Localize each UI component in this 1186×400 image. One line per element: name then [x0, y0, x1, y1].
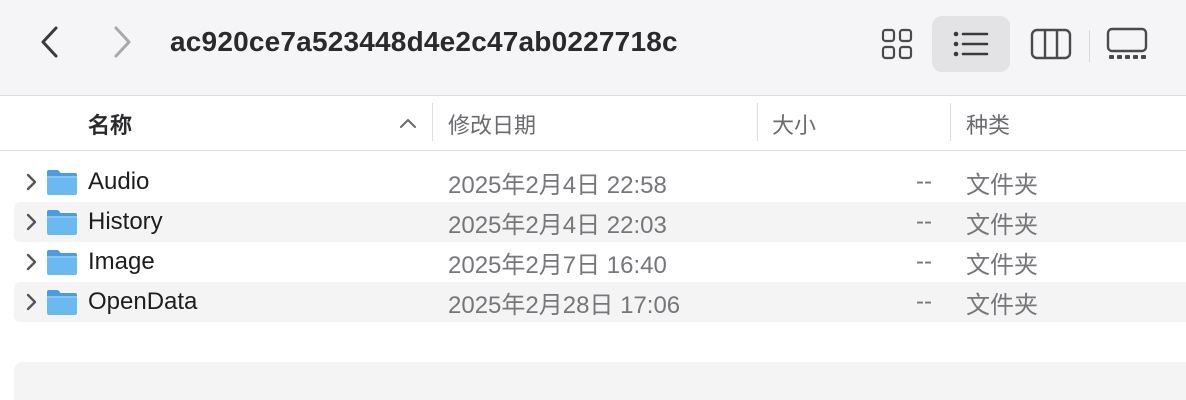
- table-row[interactable]: Audio 2025年2月4日 22:58 -- 文件夹: [0, 162, 1186, 202]
- file-kind: 文件夹: [966, 211, 1038, 239]
- file-list: Audio 2025年2月4日 22:58 -- 文件夹 History 202…: [0, 162, 1186, 322]
- file-date: 2025年2月28日 17:06: [448, 291, 681, 319]
- column-header-row: 名称 修改日期 大小 种类: [0, 97, 1186, 151]
- file-size: --: [916, 248, 932, 275]
- columns-icon: [1030, 28, 1072, 60]
- icon-view-button[interactable]: [868, 16, 926, 72]
- disclosure-chevron-icon[interactable]: [20, 171, 42, 193]
- list-icon: [953, 31, 989, 57]
- folder-icon: [47, 170, 77, 195]
- chevron-left-icon: [41, 26, 58, 58]
- file-kind: 文件夹: [966, 171, 1038, 199]
- file-size: --: [916, 208, 932, 235]
- disclosure-chevron-icon[interactable]: [20, 211, 42, 233]
- column-divider[interactable]: [432, 103, 433, 141]
- window-title: ac920ce7a523448d4e2c47ab0227718c: [170, 26, 678, 57]
- column-header-size[interactable]: 大小: [772, 97, 816, 151]
- file-kind: 文件夹: [966, 291, 1038, 319]
- empty-row-stripe: [14, 362, 1186, 400]
- grid-icon: [881, 28, 913, 60]
- file-name: OpenData: [88, 288, 198, 315]
- file-date: 2025年2月4日 22:03: [448, 211, 667, 239]
- file-size: --: [916, 168, 932, 195]
- column-divider[interactable]: [950, 103, 951, 141]
- file-date: 2025年2月4日 22:58: [448, 171, 667, 199]
- file-name: Audio: [88, 168, 150, 195]
- disclosure-chevron-icon[interactable]: [20, 251, 42, 273]
- gallery-icon: [1106, 27, 1148, 59]
- column-header-name[interactable]: 名称: [88, 97, 132, 151]
- file-name: Image: [88, 248, 155, 275]
- table-row[interactable]: Image 2025年2月7日 16:40 -- 文件夹: [0, 242, 1186, 282]
- column-divider[interactable]: [757, 103, 758, 141]
- sort-ascending-icon[interactable]: [396, 111, 420, 135]
- folder-icon: [47, 210, 77, 235]
- file-date: 2025年2月7日 16:40: [448, 251, 667, 279]
- list-view-button[interactable]: [932, 16, 1010, 72]
- column-header-kind[interactable]: 种类: [966, 97, 1010, 151]
- toolbar-separator: [1089, 30, 1090, 62]
- chevron-right-icon: [114, 26, 131, 58]
- forward-button[interactable]: [102, 22, 142, 62]
- toolbar: ac920ce7a523448d4e2c47ab0227718c: [0, 0, 1186, 96]
- table-row[interactable]: OpenData 2025年2月28日 17:06 -- 文件夹: [0, 282, 1186, 322]
- file-size: --: [916, 288, 932, 315]
- disclosure-chevron-icon[interactable]: [20, 291, 42, 313]
- folder-icon: [47, 250, 77, 275]
- gallery-view-button[interactable]: [1096, 16, 1158, 72]
- column-header-date[interactable]: 修改日期: [448, 97, 536, 151]
- folder-icon: [47, 290, 77, 315]
- file-kind: 文件夹: [966, 251, 1038, 279]
- back-button[interactable]: [30, 22, 70, 62]
- table-row[interactable]: History 2025年2月4日 22:03 -- 文件夹: [0, 202, 1186, 242]
- column-view-button[interactable]: [1020, 16, 1082, 72]
- file-name: History: [88, 208, 163, 235]
